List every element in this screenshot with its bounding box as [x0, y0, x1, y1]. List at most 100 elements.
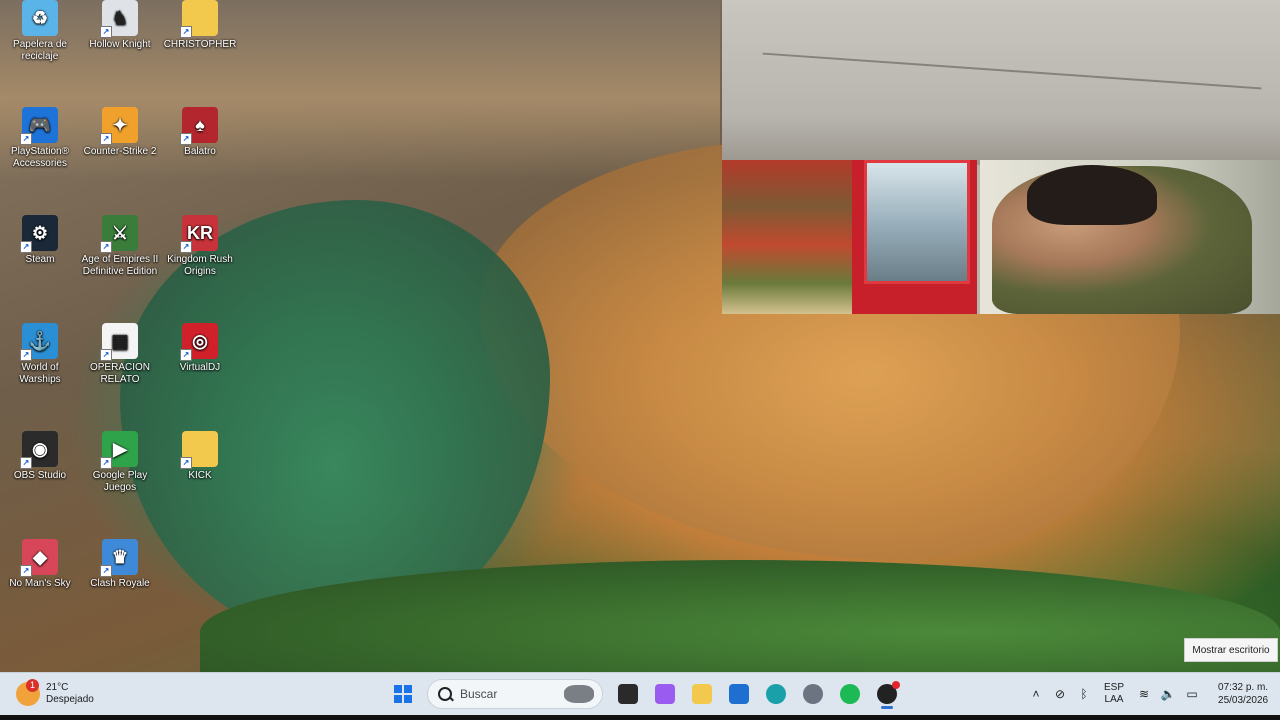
- taskbar-spotify-button[interactable]: [833, 678, 867, 710]
- shortcut-arrow-icon: ↗: [100, 133, 112, 145]
- desktop-icon-label: Clash Royale: [90, 578, 150, 589]
- age-of-empires-icon: ⚔ ↗: [100, 215, 138, 253]
- taskbar-settings-button[interactable]: [796, 678, 830, 710]
- desktop-icon[interactable]: 🎮 ↗ PlayStation® Accessories: [0, 107, 80, 170]
- desktop-icon-label: Steam: [25, 254, 55, 265]
- counter-strike-icon: ✦ ↗: [100, 107, 138, 145]
- windows-icon: [394, 685, 412, 703]
- hollow-knight-icon: ♞ ↗: [100, 0, 138, 38]
- start-button[interactable]: [386, 678, 420, 710]
- microsoft-store-icon: [729, 684, 749, 704]
- world-of-warships-icon: ⚓ ↗: [20, 323, 58, 361]
- battery-icon[interactable]: ▭: [1180, 682, 1204, 706]
- desktop-icon[interactable]: ♠ ↗ Balatro: [160, 107, 240, 158]
- shortcut-arrow-icon: ↗: [20, 457, 32, 469]
- webcam-snack-shelf: [722, 160, 857, 314]
- clock-date: 25/03/2026: [1218, 695, 1269, 706]
- keyboard-layout: LAA: [1104, 694, 1124, 705]
- balatro-icon: ♠ ↗: [180, 107, 218, 145]
- taskbar-copilot-button[interactable]: [648, 678, 682, 710]
- taskbar: 1 21°C Despejado Buscar ˄ ⊘ ᛒ ESP LAA ≋ …: [0, 672, 1280, 715]
- shortcut-arrow-icon: ↗: [100, 565, 112, 577]
- shortcut-arrow-icon: ↗: [180, 241, 192, 253]
- bluetooth-icon[interactable]: ᛒ: [1072, 682, 1096, 706]
- search-highlight-icon: [564, 685, 594, 703]
- taskbar-edge-button[interactable]: [759, 678, 793, 710]
- webcam-fridge-glass: [864, 160, 970, 284]
- shortcut-arrow-icon: ↗: [20, 133, 32, 145]
- kingdom-rush-icon: KR ↗: [180, 215, 218, 253]
- folder-icon: ↗: [180, 0, 218, 38]
- task-view-icon: [618, 684, 638, 704]
- playstation-accessories-icon: 🎮 ↗: [20, 107, 58, 145]
- desktop-icon[interactable]: ◆ ↗ No Man's Sky: [0, 539, 80, 590]
- desktop-icon-label: No Man's Sky: [9, 578, 71, 589]
- show-hidden-icons-chevron-icon[interactable]: ˄: [1024, 682, 1048, 706]
- desktop-icon-label: Google Play Juegos: [92, 470, 148, 493]
- shortcut-arrow-icon: ↗: [180, 26, 192, 38]
- show-desktop-tooltip: Mostrar escritorio: [1184, 638, 1278, 662]
- notification-badge: 1: [26, 679, 39, 692]
- desktop-icon[interactable]: ✦ ↗ Counter-Strike 2: [80, 107, 160, 158]
- desktop-icon-label: OBS Studio: [13, 470, 67, 481]
- obs-studio-icon: ◉ ↗: [20, 431, 58, 469]
- desktop-icon[interactable]: ♛ ↗ Clash Royale: [80, 539, 160, 590]
- wifi-icon[interactable]: ≋: [1132, 682, 1156, 706]
- desktop-icon[interactable]: ◎ ↗ VirtualDJ: [160, 323, 240, 374]
- language-indicator[interactable]: ESP LAA: [1104, 682, 1124, 706]
- desktop-icon-label: Balatro: [184, 146, 216, 157]
- sun-icon: 1: [16, 679, 40, 706]
- edge-icon: [766, 684, 786, 704]
- weather-temperature: 21°C: [46, 682, 69, 693]
- search-box[interactable]: Buscar: [427, 679, 603, 709]
- desktop-icon[interactable]: ▶ ↗ Google Play Juegos: [80, 431, 160, 494]
- clock-time: 07:32 p. m.: [1218, 682, 1269, 693]
- settings-icon: [803, 684, 823, 704]
- weather-condition: Despejado: [46, 694, 94, 705]
- screen-bottom-edge: [0, 715, 1280, 720]
- copilot-icon: [655, 684, 675, 704]
- webcam-person-hair: [1027, 165, 1157, 225]
- desktop-icon[interactable]: ↗ KICK: [160, 431, 240, 482]
- folder-icon: ↗: [180, 431, 218, 469]
- active-indicator: [881, 706, 893, 709]
- google-play-games-icon: ▶ ↗: [100, 431, 138, 469]
- desktop-icon[interactable]: ⚔ ↗ Age of Empires II Definitive Edition: [80, 215, 160, 278]
- taskbar-task-view-button[interactable]: [611, 678, 645, 710]
- shortcut-arrow-icon: ↗: [100, 349, 112, 361]
- taskbar-microsoft-store-button[interactable]: [722, 678, 756, 710]
- shortcut-arrow-icon: ↗: [180, 457, 192, 469]
- shortcut-arrow-icon: ↗: [100, 241, 112, 253]
- webcam-overlay: [722, 0, 1280, 314]
- desktop-icon-label: World of Warships: [19, 362, 61, 385]
- desktop-icon[interactable]: ♞ ↗ Hollow Knight: [80, 0, 160, 51]
- recycle-bin-icon: ♻: [22, 0, 58, 36]
- desktop-icon-label: PlayStation® Accessories: [11, 146, 69, 169]
- desktop-icon-label: Papelera de reciclaje: [13, 39, 67, 62]
- desktop-icon[interactable]: ◉ ↗ OBS Studio: [0, 431, 80, 482]
- desktop-icon-label: KICK: [188, 470, 212, 481]
- desktop-icon[interactable]: ⚓ ↗ World of Warships: [0, 323, 80, 386]
- desktop-icon-label: CHRISTOPHER: [163, 39, 237, 50]
- taskbar-obs-button[interactable]: [870, 678, 904, 710]
- desktop-icon[interactable]: ♻ Papelera de reciclaje: [0, 0, 80, 63]
- shortcut-arrow-icon: ↗: [20, 241, 32, 253]
- desktop-icon-label: VirtualDJ: [179, 362, 221, 373]
- desktop-icon[interactable]: ↗ CHRISTOPHER: [160, 0, 240, 51]
- desktop-icon[interactable]: ▤ ↗ OPERACION RELATO: [80, 323, 160, 386]
- weather-widget[interactable]: 1 21°C Despejado: [16, 679, 94, 709]
- taskbar-file-explorer-button[interactable]: [685, 678, 719, 710]
- no-mic-icon[interactable]: ⊘: [1048, 682, 1072, 706]
- desktop-icon-label: Hollow Knight: [89, 39, 151, 50]
- shortcut-arrow-icon: ↗: [180, 133, 192, 145]
- no-mans-sky-icon: ◆ ↗: [20, 539, 58, 577]
- search-placeholder: Buscar: [460, 687, 498, 701]
- steam-icon: ⚙ ↗: [20, 215, 58, 253]
- desktop-icon[interactable]: ⚙ ↗ Steam: [0, 215, 80, 266]
- spotify-icon: [840, 684, 860, 704]
- volume-icon[interactable]: 🔈: [1156, 682, 1180, 706]
- shortcut-arrow-icon: ↗: [100, 457, 112, 469]
- clock[interactable]: 07:32 p. m. 25/03/2026: [1218, 681, 1268, 707]
- video-file-icon: ▤ ↗: [100, 323, 138, 361]
- desktop-icon[interactable]: KR ↗ Kingdom Rush Origins: [160, 215, 240, 278]
